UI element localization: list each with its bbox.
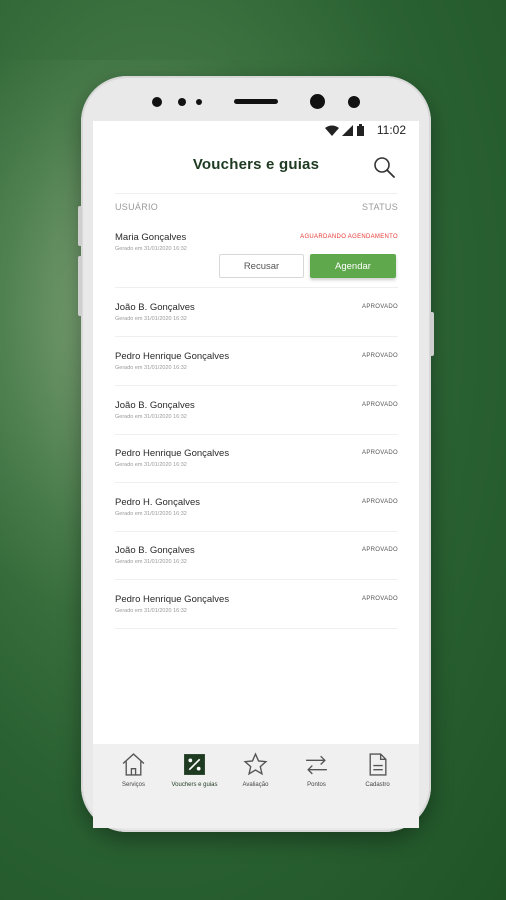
- divider: [115, 336, 398, 337]
- nav-item-servicos[interactable]: Serviços: [101, 744, 166, 828]
- nav-label: Avaliação: [242, 782, 269, 788]
- nav-label: Cadastro: [365, 782, 390, 788]
- phone-frame: 11:02 Vouchers e guias USUÁRIO STATUS Ma…: [78, 76, 434, 832]
- refuse-button[interactable]: Recusar: [219, 254, 304, 278]
- divider: [115, 579, 398, 580]
- page-title: Vouchers e guias: [192, 156, 320, 173]
- divider: [115, 193, 398, 194]
- status-badge: APROVADO: [362, 304, 398, 310]
- volume-button: [78, 206, 82, 246]
- status-badge: APROVADO: [362, 353, 398, 359]
- status-badge: APROVADO: [362, 450, 398, 456]
- status-badge: APROVADO: [362, 547, 398, 553]
- divider: [115, 531, 398, 532]
- nav-item-pontos[interactable]: Pontos: [284, 744, 349, 828]
- voucher-date: Gerado em 31/01/2020 16:32: [115, 246, 187, 252]
- nav-label: Pontos: [307, 782, 326, 788]
- app-screen: 11:02 Vouchers e guias USUÁRIO STATUS Ma…: [93, 121, 419, 828]
- divider: [115, 287, 398, 288]
- status-badge: APROVADO: [362, 596, 398, 602]
- divider: [115, 385, 398, 386]
- volume-button-2: [78, 256, 82, 316]
- voucher-date: Gerado em 31/01/2020 16:32: [115, 414, 187, 420]
- voucher-date: Gerado em 31/01/2020 16:32: [115, 608, 187, 614]
- nav-item-avaliacao[interactable]: Avaliação: [223, 744, 288, 828]
- nav-item-cadastro[interactable]: Cadastro: [345, 744, 410, 828]
- voucher-user-name: Pedro Henrique Gonçalves: [115, 351, 230, 362]
- voucher-date: Gerado em 31/01/2020 16:32: [115, 316, 187, 322]
- document-icon: [369, 753, 387, 776]
- divider: [115, 482, 398, 483]
- voucher-row[interactable]: Pedro Henrique Gonçalves Gerado em 31/01…: [115, 594, 398, 624]
- voucher-user-name: João B. Gonçalves: [115, 302, 195, 313]
- battery-icon: [357, 124, 364, 136]
- voucher-row[interactable]: João B. Gonçalves Gerado em 31/01/2020 1…: [115, 545, 398, 575]
- voucher-row[interactable]: Pedro Henrique Gonçalves Gerado em 31/01…: [115, 351, 398, 381]
- star-icon: [243, 752, 268, 776]
- voucher-user-name: João B. Gonçalves: [115, 545, 195, 556]
- voucher-date: Gerado em 31/01/2020 16:32: [115, 462, 187, 468]
- voucher-percent-icon: [184, 754, 205, 775]
- voucher-user-name: Pedro Henrique Gonçalves: [115, 448, 230, 459]
- voucher-user-name: Pedro Henrique Gonçalves: [115, 594, 230, 605]
- column-header-user: USUÁRIO: [115, 202, 159, 212]
- status-time: 11:02: [376, 123, 406, 137]
- signal-icon: [342, 125, 353, 136]
- nav-item-vouchers[interactable]: Vouchers e guias: [162, 744, 227, 828]
- voucher-user-name: Maria Gonçalves: [115, 232, 187, 243]
- voucher-row[interactable]: Pedro Henrique Gonçalves Gerado em 31/01…: [115, 448, 398, 478]
- voucher-user-name: Pedro H. Gonçalves: [115, 497, 201, 508]
- divider: [115, 628, 398, 629]
- voucher-date: Gerado em 31/01/2020 16:32: [115, 511, 187, 517]
- status-badge: APROVADO: [362, 499, 398, 505]
- home-icon: [122, 753, 145, 776]
- status-badge: AGUARDANDO AGENDAMENTO: [300, 234, 398, 240]
- wifi-icon: [325, 125, 339, 136]
- voucher-row[interactable]: João B. Gonçalves Gerado em 31/01/2020 1…: [115, 302, 398, 332]
- nav-label: Vouchers e guias: [171, 782, 218, 788]
- speaker: [234, 99, 278, 104]
- voucher-date: Gerado em 31/01/2020 16:32: [115, 559, 187, 565]
- status-badge: APROVADO: [362, 402, 398, 408]
- column-header-status: STATUS: [362, 202, 398, 212]
- voucher-row[interactable]: Pedro H. Gonçalves Gerado em 31/01/2020 …: [115, 497, 398, 527]
- voucher-user-name: João B. Gonçalves: [115, 400, 195, 411]
- power-button: [430, 312, 434, 356]
- voucher-row[interactable]: João B. Gonçalves Gerado em 31/01/2020 1…: [115, 400, 398, 430]
- voucher-date: Gerado em 31/01/2020 16:32: [115, 365, 187, 371]
- search-icon[interactable]: [372, 155, 396, 179]
- status-bar: 11:02: [93, 121, 419, 143]
- bottom-nav: Serviços Vouchers e guias Avaliação Pont…: [93, 744, 419, 828]
- schedule-button[interactable]: Agendar: [310, 254, 396, 278]
- nav-label: Serviços: [121, 782, 145, 788]
- swap-arrows-icon: [306, 755, 327, 775]
- divider: [115, 434, 398, 435]
